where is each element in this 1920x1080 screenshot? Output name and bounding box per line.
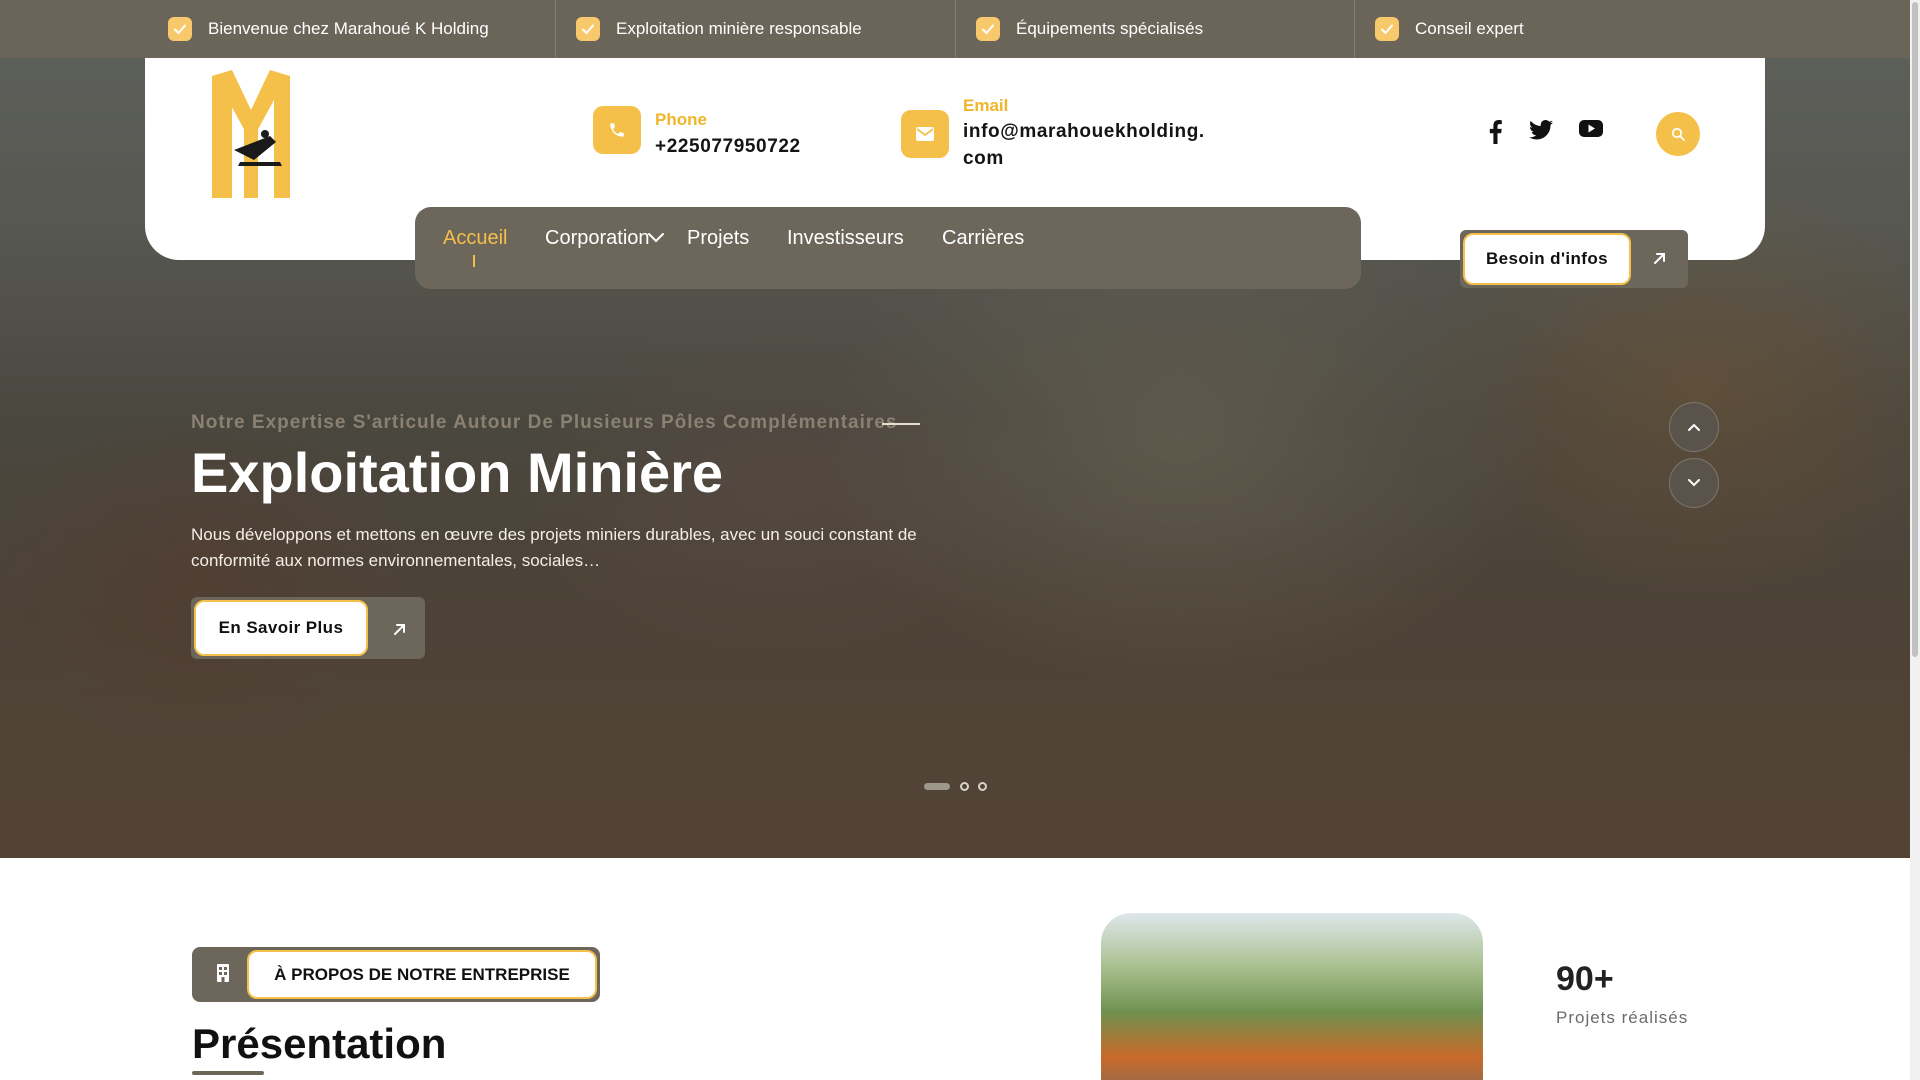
phone-icon bbox=[593, 106, 641, 154]
nav-item-corporation[interactable]: Corporation bbox=[545, 227, 650, 250]
email-label: Email bbox=[963, 96, 1009, 115]
check-icon bbox=[576, 17, 600, 41]
facebook-icon[interactable] bbox=[1484, 120, 1506, 144]
topbar-label: Conseil expert bbox=[1415, 19, 1524, 38]
topbar-label: Exploitation minière responsable bbox=[616, 19, 862, 38]
phone-label: Phone bbox=[655, 110, 707, 129]
company-logo[interactable] bbox=[210, 70, 292, 198]
slide-dot-1[interactable] bbox=[924, 783, 950, 790]
youtube-icon[interactable] bbox=[1578, 120, 1604, 137]
hero-subtitle-line bbox=[882, 423, 920, 425]
email-address-line2[interactable]: com bbox=[963, 145, 1205, 172]
nav-active-indicator bbox=[473, 255, 475, 267]
search-icon bbox=[1671, 127, 1685, 141]
topbar-item-advice: Conseil expert bbox=[1354, 0, 1754, 58]
chevron-down-icon[interactable] bbox=[647, 231, 665, 249]
about-title-underline bbox=[192, 1071, 264, 1075]
topbar-item-equipment: Équipements spécialisés bbox=[955, 0, 1354, 58]
page-scrollbar-thumb[interactable] bbox=[1912, 2, 1918, 657]
nav-item-projets[interactable]: Projets bbox=[687, 227, 749, 250]
nav-item-investisseurs[interactable]: Investisseurs bbox=[787, 227, 904, 250]
nav-item-carrieres[interactable]: Carrières bbox=[942, 227, 1024, 250]
stat-projects-value: 90+ bbox=[1556, 960, 1614, 998]
hero-title: Exploitation Minière bbox=[191, 441, 724, 504]
chevron-down-icon bbox=[1688, 479, 1700, 487]
about-badge-label: À PROPOS DE NOTRE ENTREPRISE bbox=[247, 950, 597, 999]
topbar-item-welcome: Bienvenue chez Marahoué K Holding bbox=[0, 0, 555, 58]
nav-item-accueil[interactable]: Accueil bbox=[443, 227, 507, 250]
topbar-label: Bienvenue chez Marahoué K Holding bbox=[208, 19, 489, 38]
arrow-up-right-icon bbox=[390, 619, 410, 644]
main-nav: Accueil Corporation Projets Investisseur… bbox=[415, 207, 1361, 289]
chevron-up-icon bbox=[1688, 423, 1700, 431]
twitter-icon[interactable] bbox=[1528, 120, 1554, 140]
email-address-line1[interactable]: info@marahouekholding. bbox=[963, 118, 1205, 145]
topbar-item-mining: Exploitation minière responsable bbox=[555, 0, 955, 58]
about-photo bbox=[1101, 913, 1483, 1080]
hero-subtitle: Notre Expertise S'articule Autour De Plu… bbox=[191, 412, 898, 433]
check-icon bbox=[976, 17, 1000, 41]
top-info-bar: Bienvenue chez Marahoué K Holding Exploi… bbox=[0, 0, 1910, 58]
arrow-up-right-icon bbox=[1650, 248, 1670, 273]
topbar-label: Équipements spécialisés bbox=[1016, 19, 1204, 38]
stat-projects-label: Projets réalisés bbox=[1556, 1008, 1689, 1027]
building-icon bbox=[216, 964, 230, 987]
learn-more-button[interactable]: En Savoir Plus bbox=[191, 597, 425, 659]
envelope-icon bbox=[901, 110, 949, 158]
about-badge: À PROPOS DE NOTRE ENTREPRISE bbox=[192, 947, 600, 1002]
slider-pagination bbox=[924, 782, 996, 791]
slider-next-button[interactable] bbox=[1669, 458, 1719, 508]
learn-more-label[interactable]: En Savoir Plus bbox=[194, 600, 368, 656]
slider-prev-button[interactable] bbox=[1669, 402, 1719, 452]
slide-dot-2[interactable] bbox=[960, 782, 969, 791]
search-button[interactable] bbox=[1656, 112, 1700, 156]
phone-number[interactable]: +225077950722 bbox=[655, 133, 801, 160]
contact-phone[interactable]: Phone +225077950722 bbox=[593, 106, 801, 160]
check-icon bbox=[1375, 17, 1399, 41]
info-request-button[interactable]: Besoin d'infos bbox=[1460, 230, 1688, 288]
slide-dot-3[interactable] bbox=[978, 782, 987, 791]
info-request-label[interactable]: Besoin d'infos bbox=[1463, 233, 1631, 285]
contact-email[interactable]: Email info@marahouekholding. com bbox=[901, 96, 1205, 172]
about-title: Présentation bbox=[192, 1020, 447, 1067]
check-icon bbox=[168, 17, 192, 41]
hero-description: Nous développons et mettons en œuvre des… bbox=[191, 525, 917, 570]
